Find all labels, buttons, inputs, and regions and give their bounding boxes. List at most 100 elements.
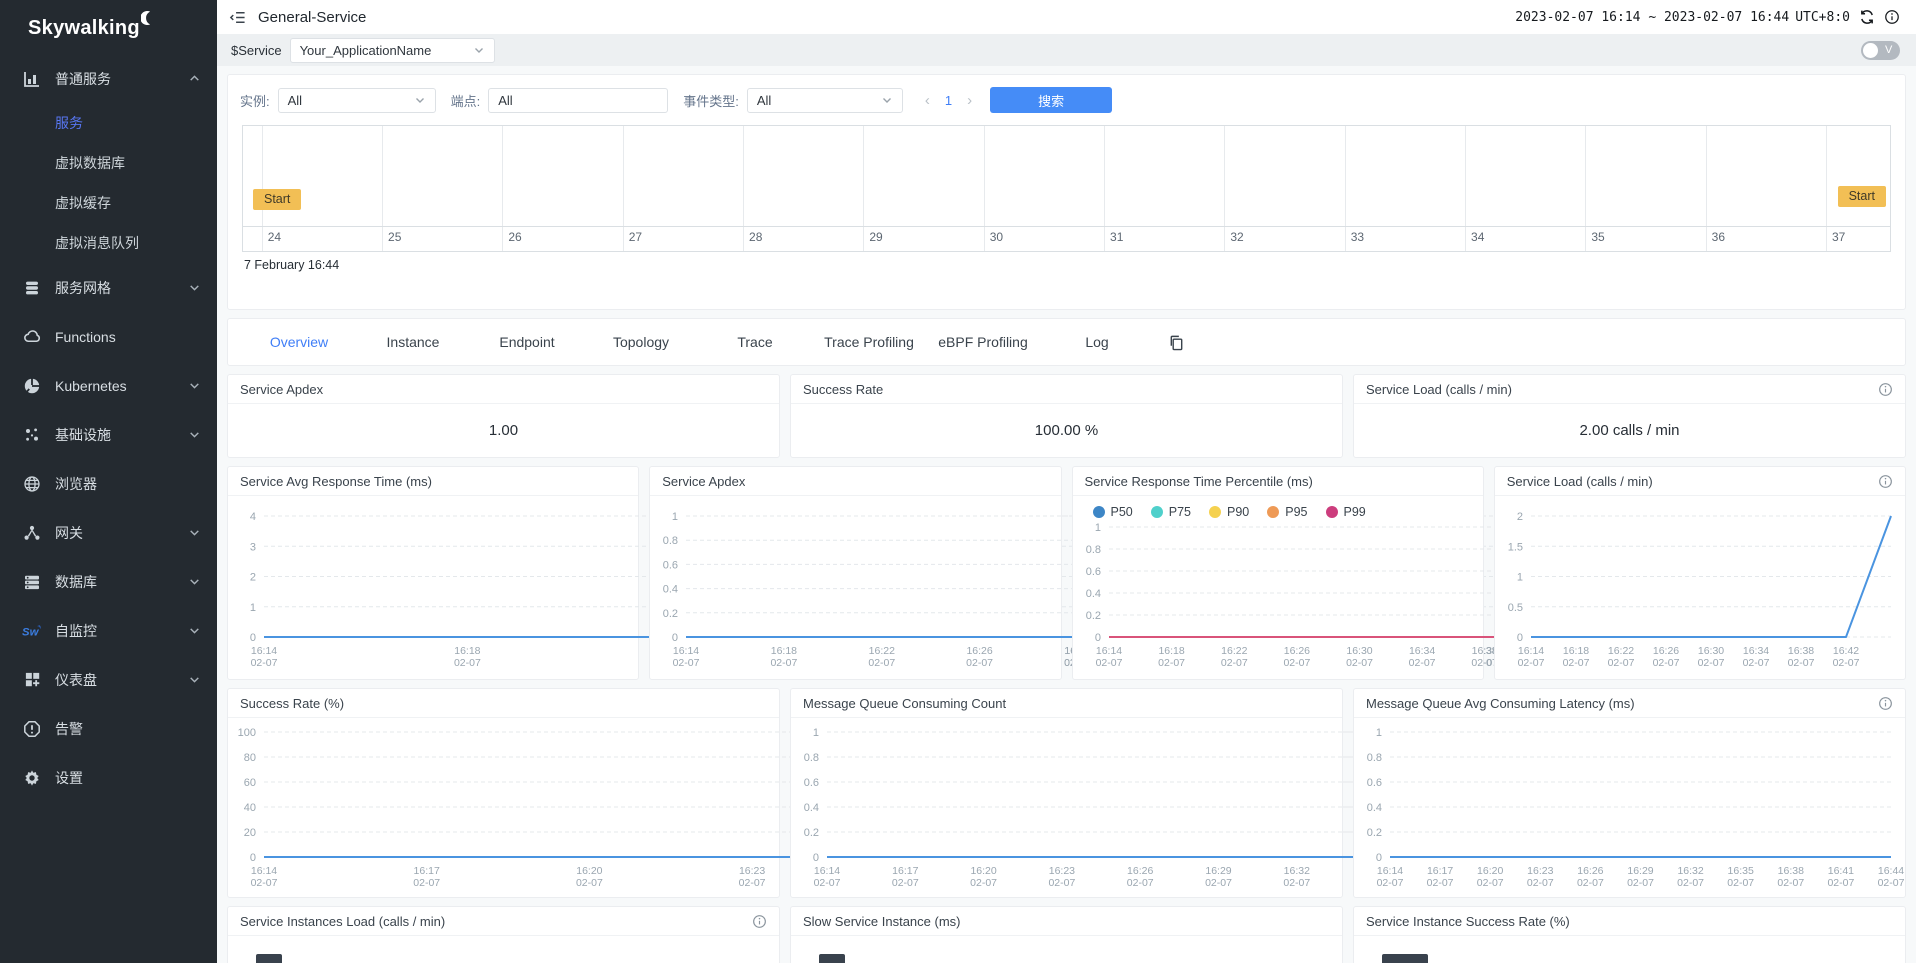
sidebar-subitem-virtual-database[interactable]: 虚拟数据库 [0,143,217,183]
tab-trace-profiling[interactable]: Trace Profiling [812,334,926,350]
tab-trace[interactable]: Trace [698,334,812,350]
svg-text:0.6: 0.6 [804,777,819,789]
event-timeline[interactable]: StartStart 2425262728293031323334353637 [242,125,1891,252]
chart-canvas-mq-consuming-count[interactable]: 10.80.60.40.2016:1402-0716:1702-0716:200… [791,718,1342,897]
tab-log[interactable]: Log [1040,334,1154,350]
endpoint-input[interactable] [488,88,668,113]
chart-canvas-service-apdex[interactable]: 10.80.60.40.2016:1402-0716:1802-0716:220… [650,496,1060,679]
sidebar-subitem-virtual-mq[interactable]: 虚拟消息队列 [0,223,217,263]
version-toggle[interactable]: V [1861,41,1900,60]
sidebar-item-self-observability[interactable]: Sw自监控 [0,606,217,655]
event-filters: 实例: All 端点: 事件类型: All ‹ 1 › 搜索 [240,85,1893,115]
legend-item-p99[interactable]: P99 [1326,505,1366,519]
gear-icon [22,768,42,788]
legend-item-p95[interactable]: P95 [1267,505,1307,519]
svg-text:0.2: 0.2 [663,608,678,620]
svg-text:16:1802-07: 16:1802-07 [454,645,481,669]
prev-page-icon[interactable]: ‹ [925,92,930,109]
chart-canvas-success-rate[interactable]: 10080604020016:1402-0716:1702-0716:2002-… [228,718,779,897]
event-type-select[interactable]: All [747,88,903,113]
chart-card-service-response-time-percentile: Service Response Time Percentile (ms)P50… [1072,466,1484,680]
legend-item-p75[interactable]: P75 [1151,505,1191,519]
sidebar-item-general-service[interactable]: 普通服务 [0,54,217,103]
timeline-gridline [382,126,383,226]
chart-canvas-mq-avg-consuming-latency[interactable]: 10.80.60.40.2016:1402-0716:1702-0716:200… [1354,718,1905,897]
sidebar-item-dashboards[interactable]: 仪表盘 [0,655,217,704]
sidebar-item-label: 设置 [55,768,83,788]
sidebar-item-alerting[interactable]: 告警 [0,704,217,753]
sidebar-item-browser[interactable]: 浏览器 [0,459,217,508]
info-icon[interactable] [1878,696,1893,711]
timezone[interactable]: UTC+8:0 [1795,10,1850,25]
metric-value: 1.00 [228,404,779,457]
timeline-event-start[interactable]: Start [253,189,301,210]
chevron-down-icon [473,44,485,56]
tab-endpoint[interactable]: Endpoint [470,334,584,350]
info-icon[interactable] [1878,474,1893,489]
info-icon[interactable] [752,914,767,929]
instance-select[interactable]: All [278,88,436,113]
bottom-card-service-instance-success-rate: Service Instance Success Rate (%) [1353,906,1906,963]
info-icon[interactable] [1884,9,1900,25]
legend-label: P95 [1285,505,1307,519]
summary-card-service-apdex: Service Apdex1.00 [227,374,780,458]
service-select[interactable]: Your_ApplicationName [290,38,495,63]
svg-text:16:2202-07: 16:2202-07 [1607,645,1634,669]
refresh-icon[interactable] [1859,9,1875,25]
sidebar-item-gateway[interactable]: 网关 [0,508,217,557]
chevron-down-icon [188,428,201,441]
chart-canvas-service-response-time-percentile[interactable]: 10.80.60.40.2016:1402-0716:1802-0716:220… [1073,519,1483,679]
svg-text:16:1402-07: 16:1402-07 [673,645,700,669]
sidebar-item-kubernetes[interactable]: Kubernetes [0,361,217,410]
tab-ebpf-profiling[interactable]: eBPF Profiling [926,334,1040,350]
svg-text:16:2602-07: 16:2602-07 [966,645,993,669]
timeline-events-area[interactable]: Start Start [243,126,1890,227]
svg-text:0.4: 0.4 [1085,588,1100,600]
charts-row-2: Success Rate (%)10080604020016:1402-0716… [227,688,1906,898]
top-header: General-Service 2023-02-07 16:14 ~ 2023-… [217,0,1916,34]
copy-icon[interactable] [1168,334,1185,351]
sidebar-item-service-mesh[interactable]: 服务网格 [0,263,217,312]
sidebar-item-settings[interactable]: 设置 [0,753,217,802]
collapse-menu-icon[interactable] [229,9,246,26]
tab-instance[interactable]: Instance [356,334,470,350]
dots-icon [22,425,42,445]
page-number[interactable]: 1 [945,93,952,108]
time-range[interactable]: 2023-02-07 16:14 ~ 2023-02-07 16:44 [1515,10,1789,25]
svg-text:60: 60 [244,777,256,789]
chevron-down-icon [188,526,201,539]
info-icon[interactable] [1878,382,1893,397]
sidebar-item-infrastructure[interactable]: 基础设施 [0,410,217,459]
timeline-gridline [984,126,985,226]
next-page-icon[interactable]: › [967,92,972,109]
sidebar-subitem-services[interactable]: 服务 [0,103,217,143]
search-button[interactable]: 搜索 [990,87,1112,113]
svg-text:0.2: 0.2 [1085,610,1100,622]
svg-text:40: 40 [244,802,256,814]
timeline-footer-label: 7 February 16:44 [244,258,1893,272]
legend-item-p90[interactable]: P90 [1209,505,1249,519]
legend-label: P50 [1111,505,1133,519]
svg-text:0.8: 0.8 [1085,544,1100,556]
sidebar-item-label: 仪表盘 [55,670,97,690]
clipped-content-stub [256,954,282,963]
svg-text:16:1402-07: 16:1402-07 [251,865,278,889]
sidebar-item-functions[interactable]: Functions [0,312,217,361]
timeline-event-start[interactable]: Start [1838,186,1886,207]
timeline-gridline [262,126,263,226]
legend-item-p50[interactable]: P50 [1093,505,1133,519]
svg-text:0: 0 [1376,852,1382,864]
sidebar-item-label: Functions [55,329,116,345]
tab-overview[interactable]: Overview [242,334,356,350]
card-header: Message Queue Consuming Count [791,689,1342,718]
tab-topology[interactable]: Topology [584,334,698,350]
chart-canvas-service-avg-response-time[interactable]: 4321016:1402-0716:1802-0716:2202-0716:26… [228,496,638,679]
service-select-value: Your_ApplicationName [300,43,432,58]
bottom-card-slow-service-instance: Slow Service Instance (ms) [790,906,1343,963]
skywalking-logo[interactable]: Skywalking [0,0,217,54]
sidebar-item-database[interactable]: 数据库 [0,557,217,606]
svg-text:16:1802-07: 16:1802-07 [1562,645,1589,669]
chart-canvas-service-load[interactable]: 21.510.5016:1402-0716:1802-0716:2202-071… [1495,496,1905,679]
sidebar-subitem-virtual-cache[interactable]: 虚拟缓存 [0,183,217,223]
svg-text:0.6: 0.6 [663,559,678,571]
